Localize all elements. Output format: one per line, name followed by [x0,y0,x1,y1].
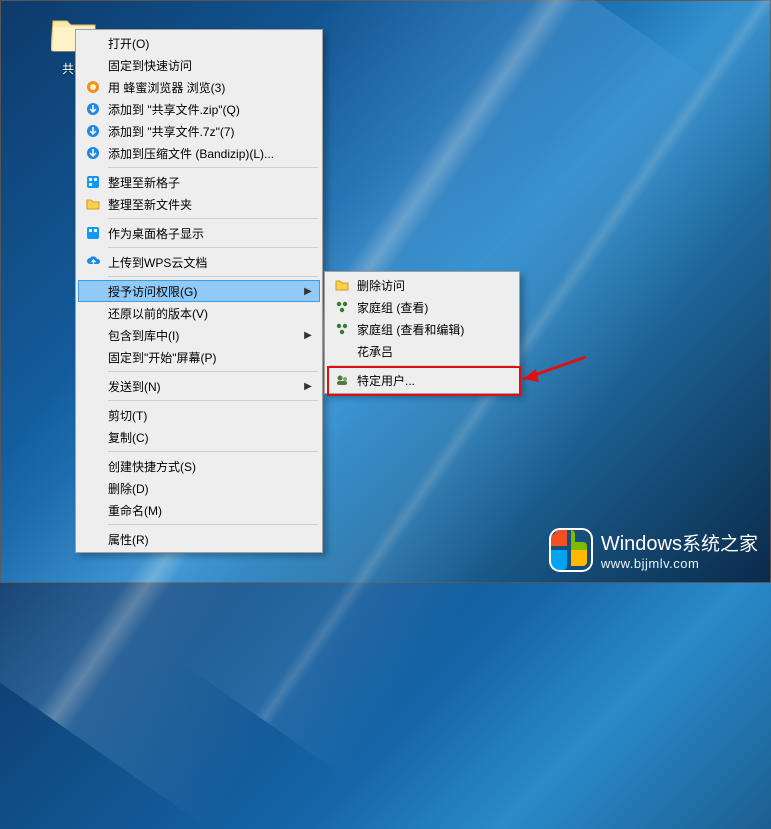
menu-label: 上传到WPS云文档 [108,254,314,271]
menu-label: 固定到快速访问 [108,57,314,74]
submenu-arrow-icon: ▶ [302,330,314,341]
blank-icon [82,501,104,519]
menu-label: 家庭组 (查看) [357,299,511,316]
menu-open[interactable]: 打开(O) [78,32,320,54]
blank-icon [82,457,104,475]
blank-icon [331,342,353,360]
menu-separator [108,371,318,372]
users-icon [331,371,353,389]
menu-label: 复制(C) [108,429,314,446]
blank-icon [82,530,104,548]
cloud-upload-icon [82,253,104,271]
context-menu: 打开(O) 固定到快速访问 用 蜂蜜浏览器 浏览(3) 添加到 "共享文件.zi… [75,29,323,553]
menu-include-library[interactable]: 包含到库中(I) ▶ [78,324,320,346]
blank-icon [82,56,104,74]
share-remove-icon [331,276,353,294]
archive-icon [82,144,104,162]
submenu-homegroup-edit[interactable]: 家庭组 (查看和编辑) [327,318,517,340]
fence-icon [82,173,104,191]
menu-label: 添加到 "共享文件.7z"(7) [108,123,314,140]
menu-separator [108,524,318,525]
blank-icon [82,34,104,52]
submenu-user[interactable]: 花承吕 [327,340,517,362]
homegroup-icon [331,320,353,338]
menu-label: 包含到库中(I) [108,327,302,344]
menu-separator [108,400,318,401]
menu-label: 还原以前的版本(V) [108,305,314,322]
submenu-specific-users[interactable]: 特定用户... [327,369,517,391]
fence-icon [82,224,104,242]
menu-label: 整理至新文件夹 [108,196,314,213]
menu-label: 用 蜂蜜浏览器 浏览(3) [108,79,314,96]
menu-add-archive[interactable]: 添加到压缩文件 (Bandizip)(L)... [78,142,320,164]
menu-separator [329,365,515,366]
menu-label: 打开(O) [108,35,314,52]
menu-label: 授予访问权限(G) [108,283,302,300]
blank-icon [82,406,104,424]
menu-separator [108,276,318,277]
watermark-brand: Windows [601,533,682,555]
menu-pin-quick-access[interactable]: 固定到快速访问 [78,54,320,76]
menu-browse-with[interactable]: 用 蜂蜜浏览器 浏览(3) [78,76,320,98]
menu-pin-start[interactable]: 固定到"开始"屏幕(P) [78,346,320,368]
blank-icon [82,282,104,300]
menu-fence-show[interactable]: 作为桌面格子显示 [78,222,320,244]
menu-folder-tidy[interactable]: 整理至新文件夹 [78,193,320,215]
menu-label: 删除访问 [357,277,511,294]
menu-create-shortcut[interactable]: 创建快捷方式(S) [78,455,320,477]
menu-fence-tidy[interactable]: 整理至新格子 [78,171,320,193]
blank-icon [82,428,104,446]
blank-icon [82,348,104,366]
menu-label: 重命名(M) [108,502,314,519]
windows-logo-icon [549,528,593,572]
submenu-remove-access[interactable]: 删除访问 [327,274,517,296]
submenu-arrow-icon: ▶ [302,381,314,392]
menu-label: 整理至新格子 [108,174,314,191]
menu-properties[interactable]: 属性(R) [78,528,320,550]
blank-icon [82,479,104,497]
menu-delete[interactable]: 删除(D) [78,477,320,499]
blank-icon [82,326,104,344]
menu-add-zip[interactable]: 添加到 "共享文件.zip"(Q) [78,98,320,120]
menu-label: 特定用户... [357,372,511,389]
watermark-suffix: 系统之家 [682,534,758,555]
menu-upload-wps[interactable]: 上传到WPS云文档 [78,251,320,273]
archive-icon [82,100,104,118]
menu-separator [108,451,318,452]
menu-add-7z[interactable]: 添加到 "共享文件.7z"(7) [78,120,320,142]
menu-label: 花承吕 [357,343,511,360]
menu-label: 固定到"开始"屏幕(P) [108,349,314,366]
blank-icon [82,304,104,322]
menu-label: 发送到(N) [108,378,302,395]
menu-separator [108,167,318,168]
menu-restore-previous[interactable]: 还原以前的版本(V) [78,302,320,324]
menu-label: 添加到压缩文件 (Bandizip)(L)... [108,145,314,162]
blank-icon [82,377,104,395]
menu-label: 创建快捷方式(S) [108,458,314,475]
menu-grant-access[interactable]: 授予访问权限(G) ▶ [78,280,320,302]
folder-small-icon [82,195,104,213]
menu-label: 删除(D) [108,480,314,497]
menu-send-to[interactable]: 发送到(N) ▶ [78,375,320,397]
menu-label: 属性(R) [108,531,314,548]
menu-label: 作为桌面格子显示 [108,225,314,242]
menu-rename[interactable]: 重命名(M) [78,499,320,521]
menu-cut[interactable]: 剪切(T) [78,404,320,426]
menu-separator [108,247,318,248]
browser-icon [82,78,104,96]
watermark: Windows系统之家 www.bjjmlv.com [549,528,758,572]
watermark-url: www.bjjmlv.com [601,556,758,571]
submenu-arrow-icon: ▶ [302,286,314,297]
submenu-homegroup-view[interactable]: 家庭组 (查看) [327,296,517,318]
archive-icon [82,122,104,140]
grant-access-submenu: 删除访问 家庭组 (查看) 家庭组 (查看和编辑) 花承吕 特定用户... [324,271,520,394]
menu-separator [108,218,318,219]
menu-label: 家庭组 (查看和编辑) [357,321,511,338]
homegroup-icon [331,298,353,316]
menu-label: 剪切(T) [108,407,314,424]
menu-label: 添加到 "共享文件.zip"(Q) [108,101,314,118]
menu-copy[interactable]: 复制(C) [78,426,320,448]
